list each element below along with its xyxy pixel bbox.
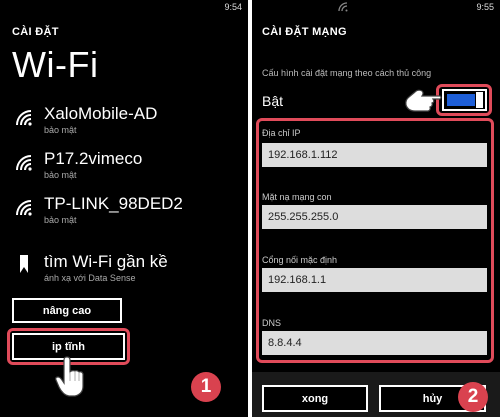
- toggle-state-label: Bật: [262, 93, 284, 109]
- ip-address-field[interactable]: 192.168.1.112: [262, 143, 487, 167]
- dns-label: DNS: [262, 318, 282, 328]
- page-heading: CÀI ĐẶT MẠNG: [262, 26, 347, 38]
- network-name: XaloMobile-AD: [44, 104, 158, 123]
- data-sense-icon: [20, 255, 28, 273]
- done-button[interactable]: xong: [262, 385, 368, 412]
- network-security: bảo mật: [44, 215, 77, 225]
- wifi-screen: 9:54 CÀI ĐẶT Wi-Fi XaloMobile-AD bảo mật…: [0, 0, 248, 417]
- find-wifi-sub: ánh xạ với Data Sense: [44, 273, 136, 283]
- page-title: Wi-Fi: [12, 44, 99, 85]
- ip-address-label: Địa chỉ IP: [262, 128, 301, 138]
- network-security: bảo mật: [44, 125, 77, 135]
- page-heading: CÀI ĐẶT: [12, 26, 59, 38]
- default-gateway-label: Cổng nối mặc định: [262, 255, 338, 265]
- network-name: TP-LINK_98DED2: [44, 194, 183, 213]
- step-badge: 1: [191, 372, 221, 402]
- wifi-signal-icon: [16, 155, 32, 171]
- default-gateway-field[interactable]: 192.168.1.1: [262, 268, 487, 292]
- wifi-signal-icon: [16, 110, 32, 126]
- subnet-mask-field[interactable]: 255.255.255.0: [262, 205, 487, 229]
- step-badge: 2: [458, 382, 488, 412]
- toggle-knob: [476, 92, 483, 108]
- wifi-signal-icon: [16, 200, 32, 216]
- pointer-hand-icon: [55, 356, 84, 397]
- advanced-button[interactable]: nâng cao: [12, 298, 122, 323]
- manual-config-toggle[interactable]: [442, 89, 487, 111]
- status-clock: 9:54: [224, 2, 242, 12]
- subnet-mask-label: Mặt nạ mạng con: [262, 192, 332, 202]
- pointer-hand-icon: [405, 89, 442, 112]
- status-clock: 9:55: [476, 2, 494, 12]
- network-security: bảo mật: [44, 170, 77, 180]
- signal-strength-icon: [338, 2, 348, 12]
- find-wifi-label: tìm Wi-Fi gần kề: [44, 252, 168, 271]
- network-name: P17.2vimeco: [44, 149, 143, 168]
- manual-config-label: Cấu hình cài đặt mạng theo cách thủ công: [262, 68, 432, 78]
- dns-field[interactable]: 8.8.4.4: [262, 331, 487, 355]
- toggle-fill: [447, 94, 475, 106]
